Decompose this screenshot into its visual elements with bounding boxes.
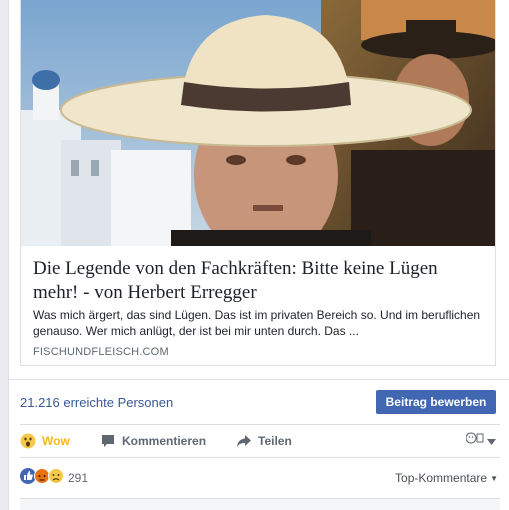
link-domain: FISCHUNDFLEISCH.COM	[33, 346, 169, 358]
share-button[interactable]: Teilen	[236, 426, 292, 456]
reaction-summary[interactable]: 291	[20, 467, 89, 489]
wow-icon	[20, 433, 36, 449]
sad-icon	[48, 467, 64, 489]
reach-stat[interactable]: 21.216 erreichte Personen	[20, 395, 173, 410]
divider	[20, 457, 500, 458]
divider	[20, 424, 500, 425]
post-card: Die Legende von den Fachkräften: Bitte k…	[8, 0, 509, 510]
comment-label: Kommentieren	[122, 434, 207, 448]
chevron-down-icon	[487, 432, 496, 450]
hero-photo	[21, 0, 495, 246]
link-preview-text[interactable]: Die Legende von den Fachkräften: Bitte k…	[21, 246, 495, 365]
comment-icon	[100, 433, 116, 449]
link-description: Was mich ärgert, das sind Lügen. Das ist…	[33, 308, 481, 338]
reaction-faces-icon	[465, 431, 484, 450]
share-label: Teilen	[258, 434, 292, 448]
comment-button[interactable]: Kommentieren	[100, 426, 206, 456]
share-icon	[236, 433, 252, 449]
link-preview-image[interactable]	[21, 0, 495, 246]
link-preview-card[interactable]: Die Legende von den Fachkräften: Bitte k…	[20, 0, 496, 366]
divider	[9, 379, 509, 380]
comment-area	[20, 498, 500, 510]
link-headline[interactable]: Die Legende von den Fachkräften: Bitte k…	[33, 257, 473, 305]
chevron-down-icon: ▼	[490, 473, 498, 483]
reaction-selector[interactable]	[465, 431, 496, 450]
wow-reaction-button[interactable]: Wow	[20, 426, 70, 456]
promote-post-button[interactable]: Beitrag bewerben	[376, 390, 496, 414]
action-bar: Wow Kommentieren Teilen	[9, 426, 509, 456]
wow-label: Wow	[42, 434, 70, 448]
comment-sort-dropdown[interactable]: Top-Kommentare ▼	[395, 471, 498, 485]
reaction-count: 291	[68, 471, 89, 485]
comment-sort-label: Top-Kommentare	[395, 471, 488, 485]
